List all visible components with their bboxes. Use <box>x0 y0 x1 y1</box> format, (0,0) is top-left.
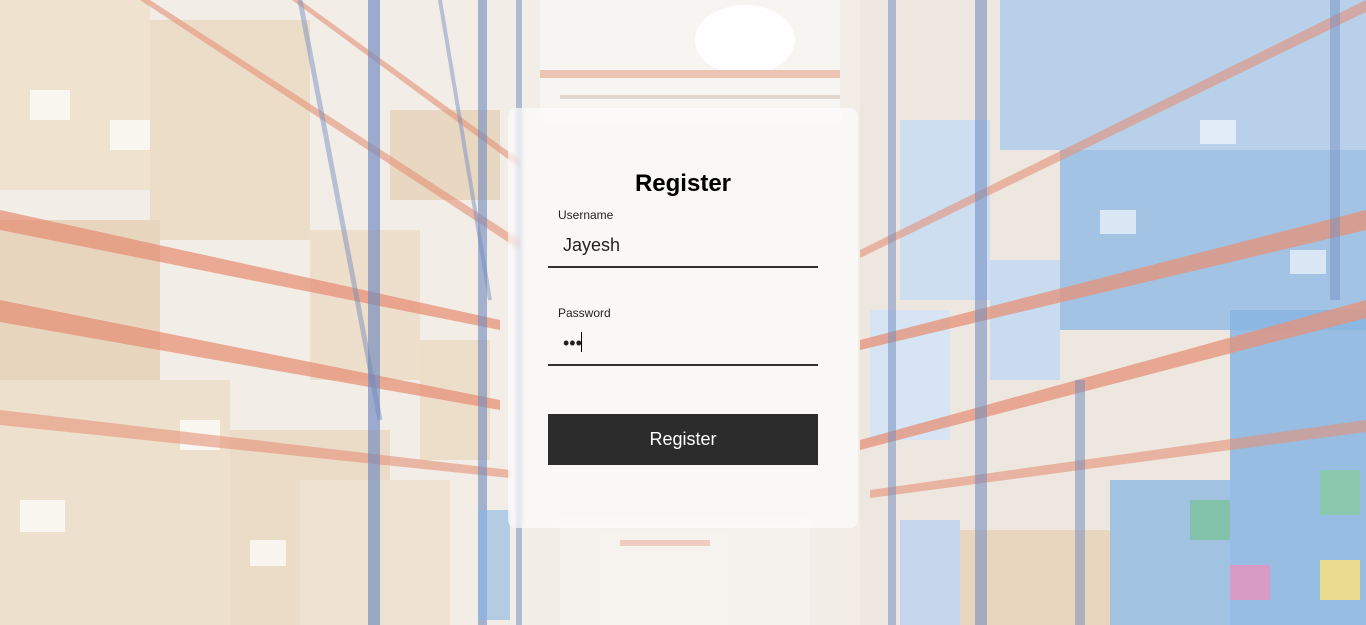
text-caret <box>581 332 582 352</box>
username-label: Username <box>558 208 614 222</box>
username-input[interactable] <box>548 224 818 268</box>
password-input[interactable] <box>548 322 818 366</box>
register-card: Register Username Password Register <box>508 108 858 528</box>
form-title: Register <box>634 170 732 197</box>
password-label: Password <box>558 306 611 320</box>
register-button[interactable]: Register <box>548 414 818 465</box>
